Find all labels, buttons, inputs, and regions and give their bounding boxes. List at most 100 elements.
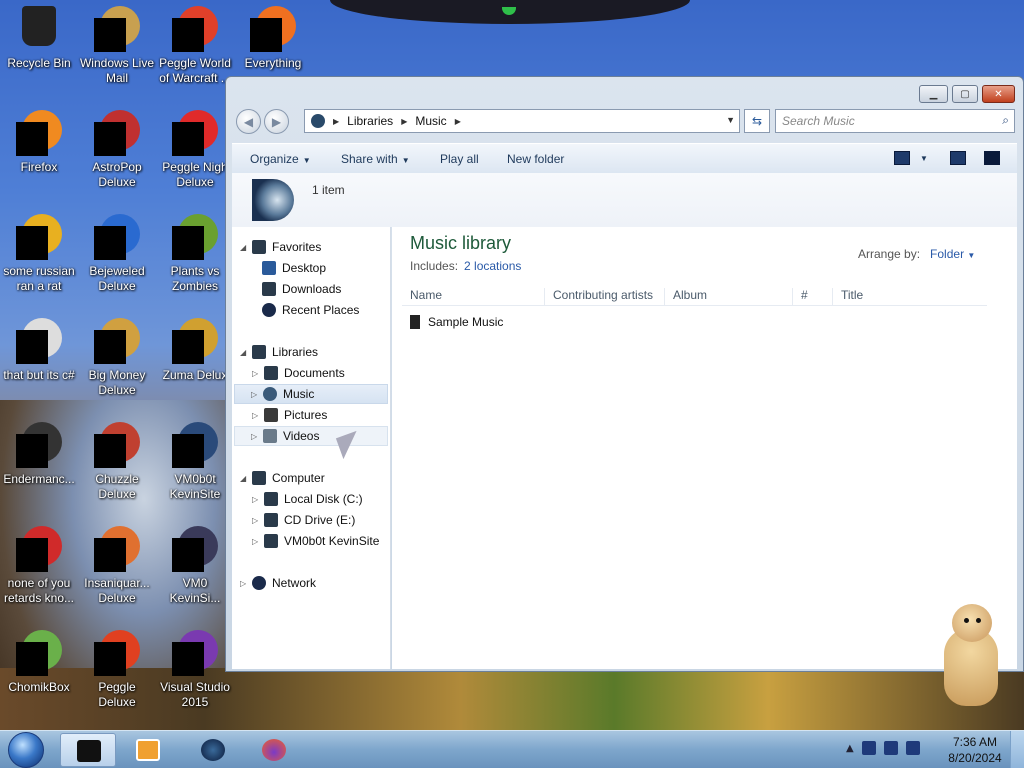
- list-item[interactable]: Sample Music: [410, 315, 503, 329]
- taskbar-firefox[interactable]: [246, 733, 302, 767]
- desktop-shortcut[interactable]: Big Money Deluxe: [78, 318, 156, 398]
- expand-arrow-icon[interactable]: ▷: [240, 579, 250, 588]
- nav-documents[interactable]: ▷ Documents: [252, 363, 345, 383]
- forward-button[interactable]: ▶: [264, 109, 289, 134]
- desktop-shortcut[interactable]: Chuzzle Deluxe: [78, 422, 156, 502]
- column-headers: Name Contributing artists Album # Title: [402, 282, 987, 306]
- nav-music[interactable]: ▷ Music: [234, 384, 388, 404]
- nav-network[interactable]: ▷ Network: [240, 573, 316, 593]
- help-icon[interactable]: [984, 151, 1000, 165]
- desktop-shortcut[interactable]: that but its c#: [0, 318, 78, 383]
- expand-arrow-icon[interactable]: ▷: [251, 432, 261, 441]
- column-album[interactable]: Album: [664, 288, 792, 306]
- desktop-shortcut-label: Bejeweled Deluxe: [89, 264, 145, 293]
- nav-pictures[interactable]: ▷ Pictures: [252, 405, 327, 425]
- taskbar-ie[interactable]: [185, 733, 241, 767]
- action-center-icon[interactable]: [861, 741, 876, 755]
- start-button[interactable]: [8, 732, 44, 768]
- preview-pane-icon[interactable]: [950, 151, 966, 165]
- nav-downloads[interactable]: Downloads: [262, 279, 341, 299]
- new-folder-button[interactable]: New folder: [507, 152, 564, 166]
- address-bar[interactable]: ▶ Libraries ▶ Music ▶ ▼: [304, 109, 740, 133]
- desktop-shortcut-label: Endermanc...: [3, 472, 75, 486]
- desktop-shortcut[interactable]: Plants vs Zombies: [156, 214, 234, 294]
- nav-cd-drive-label: CD Drive (E:): [284, 513, 356, 527]
- nav-cd-drive[interactable]: ▷ CD Drive (E:): [252, 510, 355, 530]
- maximize-button[interactable]: ▢: [952, 85, 978, 103]
- nav-videos[interactable]: ▷ Videos: [234, 426, 388, 446]
- desktop-shortcut[interactable]: AstroPop Deluxe: [78, 110, 156, 190]
- desktop-shortcut[interactable]: Insaniquar... Deluxe: [78, 526, 156, 606]
- expand-arrow-icon[interactable]: ▷: [252, 495, 262, 504]
- back-button[interactable]: ◀: [236, 109, 261, 134]
- desktop-shortcut[interactable]: Peggle Deluxe: [78, 630, 156, 710]
- nav-libraries[interactable]: ◢ Libraries: [240, 342, 318, 362]
- expand-arrow-icon[interactable]: ▷: [252, 369, 262, 378]
- clock[interactable]: 7:36 AM 8/20/2024: [940, 734, 1010, 766]
- nav-desktop[interactable]: Desktop: [262, 258, 326, 278]
- vm-icon: [172, 422, 218, 468]
- view-dropdown-icon[interactable]: ▼: [920, 154, 928, 163]
- change-view-icon[interactable]: [894, 151, 910, 165]
- desktop-shortcut[interactable]: Zuma Delux: [156, 318, 234, 383]
- desktop-shortcut[interactable]: some russian ran a rat: [0, 214, 78, 294]
- network-icon[interactable]: [883, 741, 898, 755]
- column-title[interactable]: Title: [832, 288, 977, 306]
- collapse-arrow-icon[interactable]: ◢: [240, 243, 250, 252]
- desktop-shortcut[interactable]: Visual Studio 2015: [156, 630, 234, 710]
- collapse-arrow-icon[interactable]: ◢: [240, 348, 250, 357]
- nav-recent-places-label: Recent Places: [282, 303, 360, 317]
- desktop-shortcut[interactable]: Peggle Nigh Deluxe: [156, 110, 234, 190]
- desktop-shortcut[interactable]: ChomikBox: [0, 630, 78, 695]
- expand-arrow-icon[interactable]: ▷: [252, 516, 262, 525]
- nav-favorites-label: Favorites: [272, 240, 322, 254]
- desktop-shortcut[interactable]: Endermanc...: [0, 422, 78, 487]
- column-name[interactable]: Name: [402, 288, 544, 306]
- close-button[interactable]: ✕: [982, 85, 1015, 103]
- refresh-button[interactable]: ⇆: [744, 109, 770, 133]
- desktop-shortcut[interactable]: VM0b0t KevinSite: [156, 422, 234, 502]
- nav-recent-places[interactable]: Recent Places: [262, 300, 359, 320]
- opera-icon: [16, 526, 62, 572]
- title-bar[interactable]: ▁ ▢ ✕: [226, 77, 1023, 105]
- nav-vm-site[interactable]: ▷ VM0b0t KevinSite: [252, 531, 379, 551]
- locations-link[interactable]: 2 locations: [464, 259, 521, 273]
- volume-icon[interactable]: [905, 741, 920, 755]
- desktop-shortcut[interactable]: Everything: [234, 6, 312, 71]
- desktop-shortcut[interactable]: Recycle Bin: [0, 6, 78, 71]
- expand-arrow-icon[interactable]: ▷: [252, 537, 262, 546]
- breadcrumb-libraries[interactable]: Libraries: [347, 114, 393, 128]
- column-track-number[interactable]: #: [792, 288, 832, 306]
- taskbar-explorer[interactable]: [60, 733, 116, 767]
- desktop-shortcut[interactable]: Firefox: [0, 110, 78, 175]
- taskbar-media-player[interactable]: [120, 733, 176, 767]
- explorer-window: ▁ ▢ ✕ ◀ ▶ ▶ Libraries ▶ Music ▶ ▼ ⇆ Sear…: [225, 76, 1024, 672]
- organize-button[interactable]: Organize ▼: [250, 152, 311, 166]
- nav-favorites[interactable]: ◢ Favorites: [240, 237, 321, 257]
- internet-explorer-icon: [16, 214, 62, 260]
- collapse-arrow-icon[interactable]: ◢: [240, 474, 250, 483]
- show-hidden-icons[interactable]: ▲: [846, 743, 854, 754]
- desktop-shortcut[interactable]: Peggle World of Warcraft ...: [156, 6, 234, 86]
- arrange-by-dropdown[interactable]: Folder ▼: [930, 247, 975, 261]
- minimize-button[interactable]: ▁: [919, 85, 948, 103]
- breadcrumb-music[interactable]: Music: [415, 114, 446, 128]
- address-dropdown-icon[interactable]: ▼: [726, 115, 735, 125]
- share-with-button[interactable]: Share with ▼: [341, 152, 410, 166]
- desktop-shortcut[interactable]: Bejeweled Deluxe: [78, 214, 156, 294]
- show-desktop-button[interactable]: [1010, 731, 1024, 768]
- file-list-pane: Music library Includes: 2 locations Arran…: [392, 227, 1017, 669]
- search-icon[interactable]: ⌕: [1002, 113, 1009, 128]
- music-icon: [263, 387, 277, 401]
- nav-local-disk[interactable]: ▷ Local Disk (C:): [252, 489, 363, 509]
- search-input[interactable]: Search Music ⌕: [775, 109, 1015, 133]
- nav-computer[interactable]: ◢ Computer: [240, 468, 325, 488]
- expand-arrow-icon[interactable]: ▷: [251, 390, 261, 399]
- breadcrumb-separator-icon: ▶: [454, 116, 461, 126]
- column-contributing-artists[interactable]: Contributing artists: [544, 288, 664, 306]
- desktop-shortcut[interactable]: none of you retards kno...: [0, 526, 78, 606]
- desktop-shortcut[interactable]: Windows Live Mail: [78, 6, 156, 86]
- desktop-shortcut[interactable]: VM0 KevinSi...: [156, 526, 234, 606]
- expand-arrow-icon[interactable]: ▷: [252, 411, 262, 420]
- play-all-button[interactable]: Play all: [440, 152, 479, 166]
